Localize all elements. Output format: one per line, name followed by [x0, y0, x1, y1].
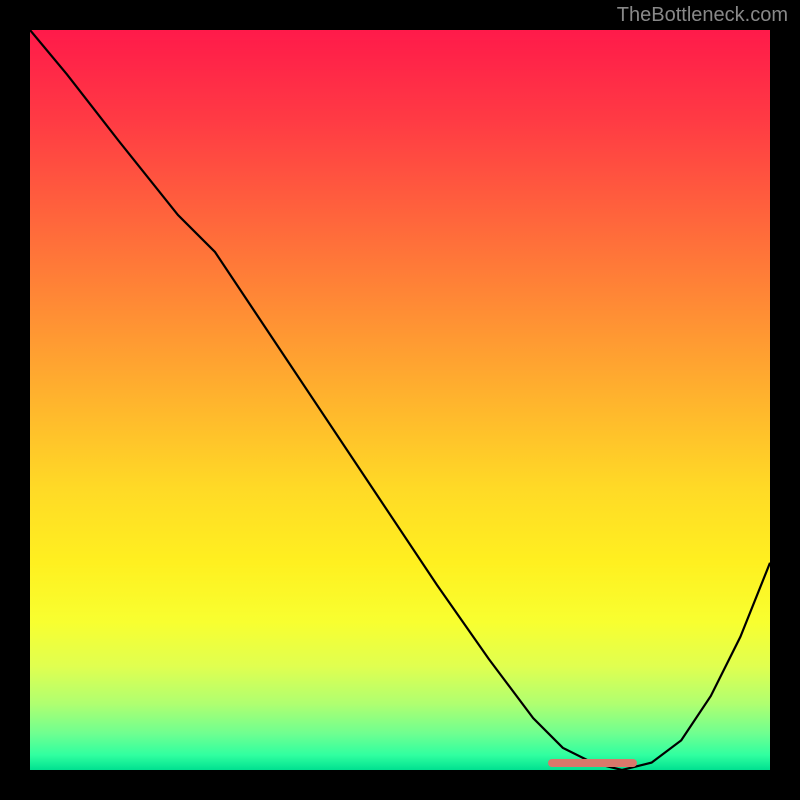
optimum-marker [548, 759, 637, 767]
bottleneck-curve [30, 30, 770, 770]
watermark-text: TheBottleneck.com [617, 4, 788, 27]
